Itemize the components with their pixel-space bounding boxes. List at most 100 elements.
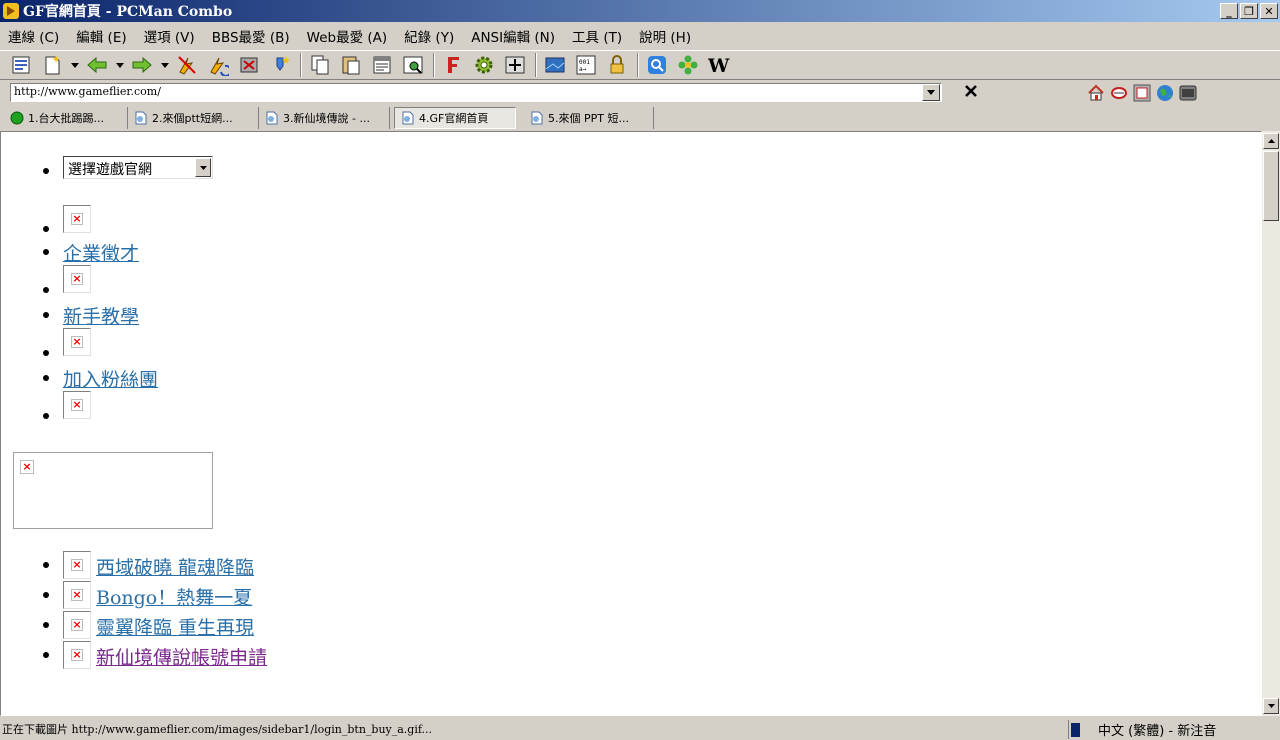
dropdown-arrow-icon [161,62,169,68]
status-text: 正在下載圖片 http://www.gameflier.com/images/s… [2,723,433,736]
chevron-down-icon [927,90,935,95]
copy-with-color-button[interactable] [369,52,395,78]
list-bullet [43,287,49,293]
disconnect-icon [178,56,196,75]
menu-ansi-edit[interactable]: ANSI編輯 (N) [463,26,564,46]
tab-label: 1.台大批踢踢... [28,112,104,125]
broken-image-icon: × [63,328,91,356]
menu-tools[interactable]: 工具 (T) [564,26,631,46]
tab-5[interactable]: 5.來個 PPT 短... [524,107,654,129]
new-page-icon [45,55,60,75]
scroll-thumb[interactable] [1263,151,1279,221]
fullscreen-button[interactable] [502,52,528,78]
broken-image-icon: × [63,551,91,579]
lock-icon [610,55,624,74]
menu-connection[interactable]: 連線 (C) [0,26,68,46]
url-dropdown-button[interactable] [922,84,940,101]
list-bullet [43,226,49,232]
minimize-button[interactable]: _ [1220,3,1238,19]
reconnect-button[interactable] [205,52,231,78]
forward-dropdown[interactable] [160,52,170,78]
image-viewer-button[interactable] [542,52,568,78]
terminal-icon [1179,85,1197,101]
tab-label: 2.來個ptt短網... [152,112,233,125]
menu-bbs-favorites[interactable]: BBS最愛 (B) [204,26,299,46]
search-button[interactable] [644,52,670,78]
tab-4[interactable]: 4.GF官網首頁 [394,107,516,129]
disconnect-button[interactable] [174,52,200,78]
home-button[interactable] [1086,83,1106,103]
font-f-icon [448,57,459,73]
tab-label: 4.GF官網首頁 [419,112,489,125]
new-tab-button[interactable] [39,52,65,78]
menu-web-favorites[interactable]: Web最愛 (A) [299,26,397,46]
restore-button[interactable]: ❐ [1240,3,1258,19]
page-icon [135,111,147,125]
refresh-button[interactable] [1109,83,1129,103]
download-manager-button[interactable] [1132,83,1152,103]
ime-label: 中文 (繁體) - 新注音 [1098,724,1217,739]
scroll-up-button[interactable] [1263,133,1279,149]
link-account-signup[interactable]: 新仙境傳說帳號申請 [96,643,267,670]
ansi-editor-button[interactable]: 001 a→ [573,52,599,78]
close-tab-button[interactable] [236,52,262,78]
plugin-button[interactable] [675,52,701,78]
stop-button[interactable] [961,83,981,103]
link-news-2[interactable]: Bongo！熱舞一夏 [96,583,252,610]
menu-edit[interactable]: 編輯 (E) [68,26,135,46]
broken-image-box: × [13,452,213,529]
list-bullet [43,413,49,419]
forward-button[interactable] [129,52,155,78]
tab-bar: 1.台大批踢踢... 2.來個ptt短網... 3.新仙境傳說 - ... 4.… [0,105,1280,129]
scroll-down-button[interactable] [1263,698,1279,714]
game-site-select[interactable]: 選擇遊戲官網 [63,156,213,179]
link-careers[interactable]: 企業徵才 [63,239,139,266]
preview-button[interactable] [400,52,426,78]
web-content: 選擇遊戲官網 × 企業徵才 × 新手教學 × 加入粉絲團 × × × 西域破曉 … [0,131,1262,716]
pin-star-icon [276,56,290,71]
tab-2[interactable]: 2.來個ptt短網... [128,107,259,129]
tab-3[interactable]: 3.新仙境傳說 - ... [259,107,390,129]
copy-button[interactable] [307,52,333,78]
ime-mode-icon [1071,722,1080,737]
menu-options[interactable]: 選項 (V) [136,26,204,46]
wikipedia-button[interactable]: W [706,52,732,78]
svg-text:W: W [708,55,730,76]
forward-arrow-icon [132,56,152,74]
link-tutorial[interactable]: 新手教學 [63,302,139,329]
menu-history[interactable]: 紀錄 (Y) [396,26,463,46]
broken-image-icon: × [63,391,91,419]
back-button[interactable] [84,52,110,78]
ime-indicator[interactable]: 中文 (繁體) - 新注音 [1068,720,1280,739]
new-tab-dropdown[interactable] [70,52,80,78]
tab-1[interactable]: 1.台大批踢踢... [4,107,128,129]
preview-magnifier-icon [403,56,423,74]
window-title: GF官網首頁 - PCMan Combo [23,4,233,20]
vertical-scrollbar[interactable] [1262,131,1280,716]
select-dropdown-button[interactable] [195,158,211,177]
back-dropdown[interactable] [115,52,125,78]
settings-button[interactable] [471,52,497,78]
add-favorite-button[interactable] [267,52,293,78]
font-button[interactable] [440,52,466,78]
page-icon [402,111,414,125]
flower-icon [678,55,698,75]
gear-icon [475,56,493,74]
url-input[interactable]: http://www.gameflier.com/ [10,83,942,102]
menu-bar: 連線 (C) 編輯 (E) 選項 (V) BBS最愛 (B) Web最愛 (A)… [0,24,1280,48]
web-button[interactable] [1155,83,1175,103]
site-list-button[interactable] [8,52,34,78]
lock-button[interactable] [604,52,630,78]
link-fan-page[interactable]: 加入粉絲團 [63,365,158,392]
close-button[interactable]: ✕ [1260,3,1278,19]
status-bar: 正在下載圖片 http://www.gameflier.com/images/s… [0,718,1280,740]
menu-help[interactable]: 說明 (H) [631,26,700,46]
chevron-down-icon [1267,704,1275,708]
broken-image-icon: × [20,460,34,474]
wikipedia-w-icon: W [708,55,730,76]
terminal-button[interactable] [1178,83,1198,103]
paste-button[interactable] [338,52,364,78]
link-news-1[interactable]: 西域破曉 龍魂降臨 [96,553,254,580]
page-icon [531,111,543,125]
link-news-3[interactable]: 靈翼降臨 重生再現 [96,613,254,640]
